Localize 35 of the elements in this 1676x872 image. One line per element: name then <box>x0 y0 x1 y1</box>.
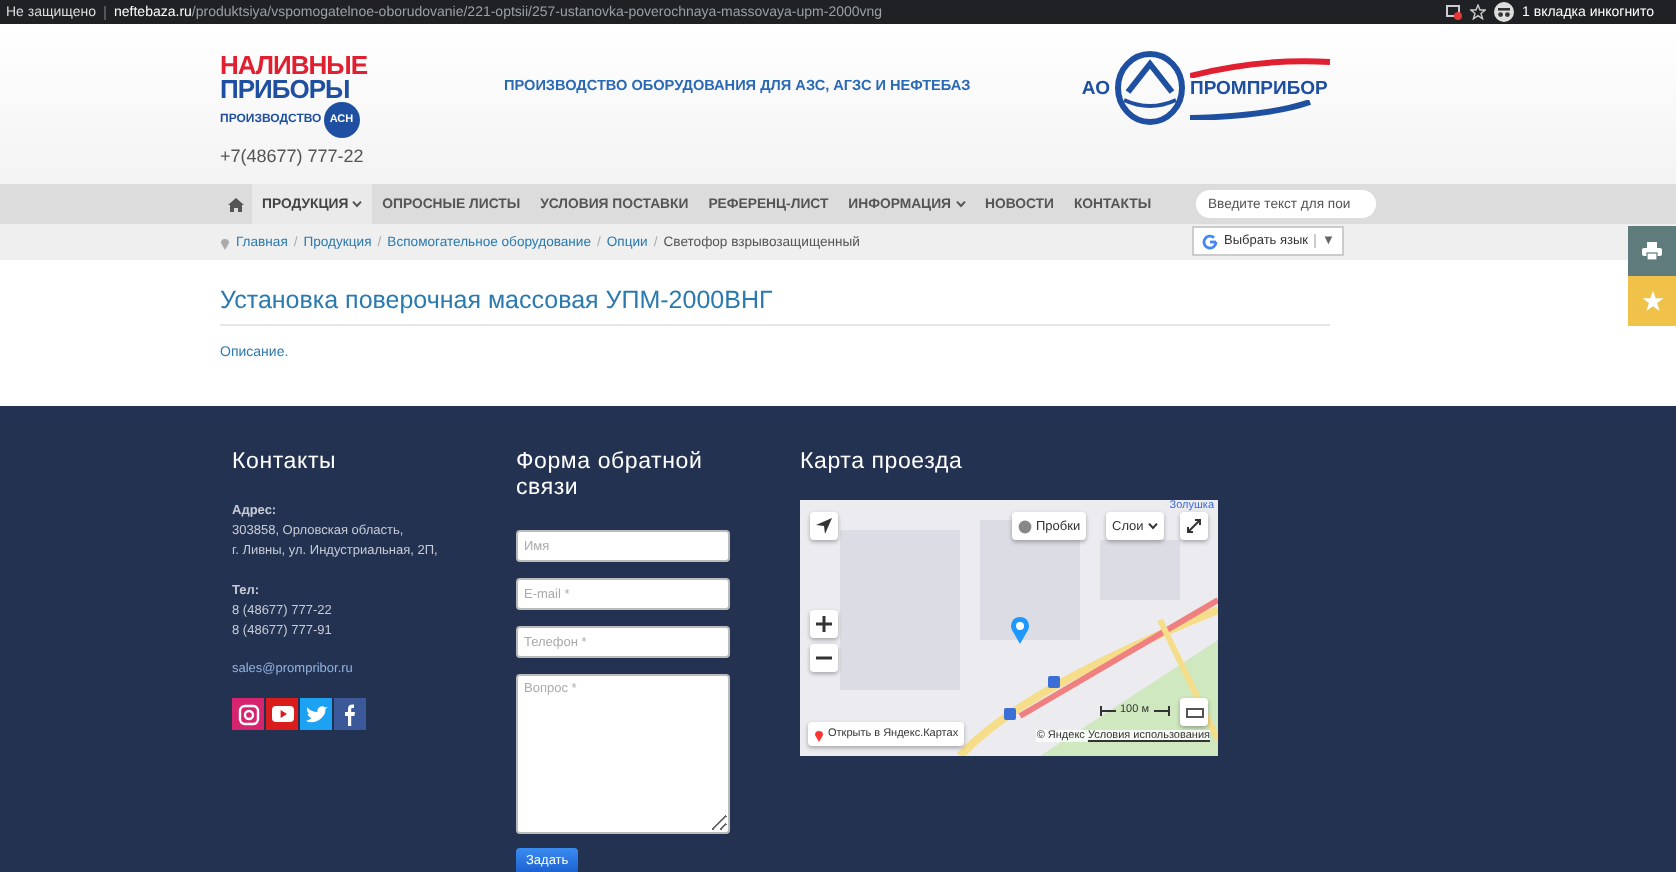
fullscreen-button[interactable] <box>1180 512 1208 540</box>
star-icon[interactable] <box>1470 4 1487 20</box>
phone-number: +7(48677) 777-22 <box>220 146 366 166</box>
google-icon <box>1202 233 1218 249</box>
print-icon[interactable] <box>1628 226 1676 276</box>
logo-text: НАЛИВНЫЕ <box>220 54 370 78</box>
zoom-in-button[interactable] <box>810 610 838 638</box>
logo-text: ПРИБОРЫ <box>220 78 350 102</box>
traffic-icon <box>1018 519 1032 533</box>
page-title: Установка поверочная массовая УПМ-2000ВНГ <box>220 286 1330 326</box>
blocked-icon[interactable] <box>1446 4 1463 20</box>
pin-icon <box>814 727 824 741</box>
map-pin-icon <box>1010 616 1030 644</box>
section-title: Карта проезда <box>800 450 965 476</box>
instagram-icon[interactable] <box>232 698 264 730</box>
scale-bar-icon <box>1100 705 1116 715</box>
expand-icon <box>1186 518 1202 534</box>
ruler-icon <box>1185 707 1203 717</box>
section-title: Форма обратной связи <box>516 450 705 502</box>
ruler-button[interactable] <box>1180 698 1208 726</box>
upper-swoosh <box>1190 57 1330 77</box>
caret-icon <box>1147 522 1158 530</box>
incognito-icon[interactable] <box>1494 2 1515 22</box>
zoom-out-button[interactable] <box>810 644 838 672</box>
location-button[interactable] <box>810 512 838 540</box>
brand-text: АО <box>1081 77 1110 99</box>
youtube-icon[interactable] <box>266 698 298 730</box>
scale-bar-icon <box>1153 705 1169 715</box>
plus-icon <box>816 616 832 632</box>
twitter-icon[interactable] <box>300 698 332 730</box>
section-title: Контакты <box>232 450 339 476</box>
location-icon <box>220 235 230 249</box>
brand-text: ПРОМПРИБОР <box>1190 77 1328 99</box>
brand-emblem <box>1114 48 1186 128</box>
facebook-icon[interactable] <box>334 698 366 730</box>
